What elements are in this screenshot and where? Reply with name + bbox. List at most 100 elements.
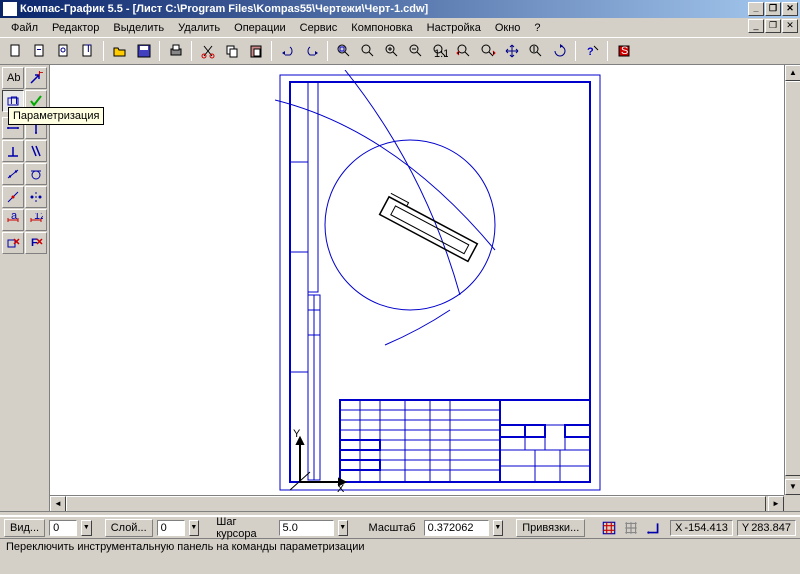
scroll-v-thumb[interactable] <box>785 81 800 476</box>
svg-text:X: X <box>337 483 345 495</box>
svg-text:12: 12 <box>34 213 43 222</box>
symmetry-tool[interactable] <box>25 186 47 208</box>
mdi-close-button[interactable]: ✕ <box>782 19 798 33</box>
stop-button[interactable]: S <box>612 40 635 62</box>
paste-button[interactable] <box>244 40 267 62</box>
dimension-v-tool[interactable]: 12 <box>25 209 47 231</box>
point-tool[interactable] <box>2 186 24 208</box>
main-toolbar: T 1:1 ? S <box>0 37 800 65</box>
y-value: 283.847 <box>751 522 791 534</box>
cursor-step-input[interactable] <box>279 520 334 536</box>
refresh-button[interactable] <box>548 40 571 62</box>
scroll-up-button[interactable]: ▲ <box>785 65 800 81</box>
scroll-corner <box>784 495 800 511</box>
zoom-scale-button[interactable]: 1:1 <box>428 40 451 62</box>
vertical-scrollbar[interactable]: ▲ ▼ <box>784 65 800 495</box>
svg-text:S: S <box>621 45 628 57</box>
menu-settings[interactable]: Настройка <box>420 20 488 36</box>
zoom-next-button[interactable] <box>476 40 499 62</box>
menu-select[interactable]: Выделить <box>106 20 171 36</box>
mdi-minimize-button[interactable]: _ <box>748 19 764 33</box>
app-icon <box>3 2 17 16</box>
redo-button[interactable] <box>300 40 323 62</box>
menu-operations[interactable]: Операции <box>227 20 292 36</box>
help-button[interactable]: ? <box>580 40 603 62</box>
minimize-button[interactable]: _ <box>748 2 764 16</box>
menubar: Файл Редактор Выделить Удалить Операции … <box>0 18 800 37</box>
perpendicular-tool[interactable] <box>2 140 24 162</box>
text-tool[interactable]: Ab <box>2 67 24 89</box>
mdi-restore-button[interactable]: ❐ <box>765 19 781 33</box>
left-tool-panel: Ab P П a 12 F Параметризация <box>0 65 50 511</box>
menu-window[interactable]: Окно <box>488 20 528 36</box>
grid-settings-icon[interactable] <box>622 519 640 537</box>
view-dropdown[interactable]: ▼ <box>81 520 92 536</box>
svg-text:a: a <box>11 213 18 222</box>
new-button[interactable] <box>4 40 27 62</box>
parallel-tool[interactable] <box>25 140 47 162</box>
status-bar: Вид... ▼ Слой... ▼ Шаг курсора ▼ Масштаб… <box>0 517 800 539</box>
menu-delete[interactable]: Удалить <box>171 20 227 36</box>
open-button[interactable] <box>108 40 131 62</box>
zoom-out-button[interactable] <box>404 40 427 62</box>
copy-button[interactable] <box>220 40 243 62</box>
layer-button[interactable]: Слой... <box>105 519 153 537</box>
delete-constraint-tool[interactable] <box>2 232 24 254</box>
svg-text:1:1: 1:1 <box>434 48 448 59</box>
menu-file[interactable]: Файл <box>4 20 45 36</box>
cursor-step-label: Шаг курсора <box>212 516 274 540</box>
ortho-icon[interactable] <box>644 519 662 537</box>
titlebar: Компас-График 5.5 - [Лист C:\Program Fil… <box>0 0 800 18</box>
new-doc-button[interactable] <box>28 40 51 62</box>
layer-dropdown[interactable]: ▼ <box>189 520 200 536</box>
canvas[interactable]: Y X ▲ ▼ ◄ ► <box>50 65 800 511</box>
window-title: Компас-График 5.5 - [Лист C:\Program Fil… <box>20 3 748 15</box>
zoom-prev-button[interactable] <box>452 40 475 62</box>
menu-editor[interactable]: Редактор <box>45 20 106 36</box>
horizontal-scrollbar[interactable]: ◄ ► <box>50 495 784 511</box>
view-input[interactable] <box>49 520 77 536</box>
tangent-tool[interactable] <box>25 163 47 185</box>
fix-tool[interactable]: F <box>25 232 47 254</box>
menu-layout[interactable]: Компоновка <box>344 20 419 36</box>
zoom-window-button[interactable] <box>356 40 379 62</box>
menu-help[interactable]: ? <box>527 20 547 36</box>
cursor-step-dropdown[interactable]: ▼ <box>338 520 349 536</box>
svg-text:P: P <box>38 71 43 79</box>
view-button[interactable]: Вид... <box>4 519 45 537</box>
cut-button[interactable] <box>196 40 219 62</box>
save-button[interactable] <box>132 40 155 62</box>
maximize-button[interactable]: ❐ <box>765 2 781 16</box>
dimension-h-tool[interactable]: a <box>2 209 24 231</box>
scroll-left-button[interactable]: ◄ <box>50 496 66 511</box>
new-fragment-button[interactable] <box>52 40 75 62</box>
x-value: -154.413 <box>684 522 727 534</box>
zoom-in-button[interactable] <box>380 40 403 62</box>
svg-text:Y: Y <box>293 428 301 440</box>
scroll-right-button[interactable]: ► <box>768 496 784 511</box>
scale-dropdown[interactable]: ▼ <box>493 520 504 536</box>
bottom-panel: Вид... ▼ Слой... ▼ Шаг курсора ▼ Масштаб… <box>0 516 800 556</box>
layer-input[interactable] <box>157 520 185 536</box>
svg-text:П: П <box>10 95 18 107</box>
grid-toggle-icon[interactable] <box>600 519 618 537</box>
scroll-h-thumb[interactable] <box>66 496 766 511</box>
new-text-button[interactable]: T <box>76 40 99 62</box>
svg-text:Ab: Ab <box>7 72 20 84</box>
scale-input[interactable] <box>424 520 489 536</box>
close-button[interactable]: ✕ <box>782 2 798 16</box>
y-coordinate: Y 283.847 <box>737 520 796 536</box>
hint-bar: Переключить инструментальную панель на к… <box>0 539 800 556</box>
scale-label: Масштаб <box>365 522 420 534</box>
zoom-full-button[interactable] <box>332 40 355 62</box>
scroll-down-button[interactable]: ▼ <box>785 479 800 495</box>
pan-button[interactable] <box>500 40 523 62</box>
snap-button[interactable]: Привязки... <box>516 519 585 537</box>
x-label: X <box>675 522 682 534</box>
menu-service[interactable]: Сервис <box>293 20 345 36</box>
undo-button[interactable] <box>276 40 299 62</box>
arrow-tool[interactable]: P <box>25 67 47 89</box>
print-button[interactable] <box>164 40 187 62</box>
zoom-realtime-button[interactable] <box>524 40 547 62</box>
collinear-tool[interactable] <box>2 163 24 185</box>
